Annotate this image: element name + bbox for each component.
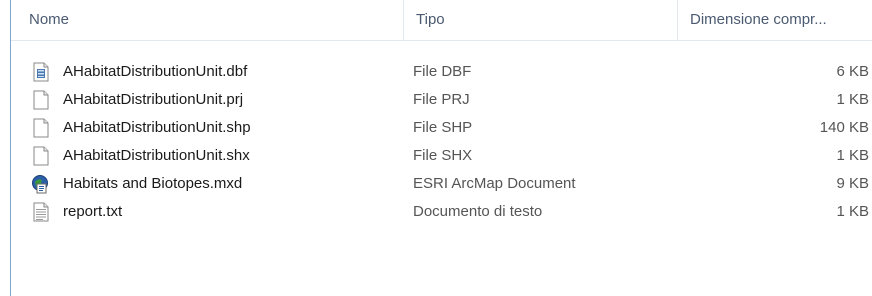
dbf-file-icon <box>31 62 51 82</box>
file-rows: AHabitatDistributionUnit.dbf File DBF 6 … <box>11 58 872 226</box>
column-header-size[interactable]: Dimensione compr... <box>677 0 872 40</box>
file-row[interactable]: AHabitatDistributionUnit.dbf File DBF 6 … <box>11 58 872 86</box>
file-type: File PRJ <box>413 91 470 108</box>
blank-file-icon <box>31 146 51 166</box>
file-list-view: Nome Tipo Dimensione compr... AHabitatDi… <box>10 0 872 296</box>
column-header-name[interactable]: Nome <box>11 0 403 40</box>
file-size: 9 KB <box>836 175 869 192</box>
blank-file-icon <box>31 90 51 110</box>
file-size: 6 KB <box>836 63 869 80</box>
file-name: AHabitatDistributionUnit.shx <box>63 147 250 164</box>
file-name: AHabitatDistributionUnit.dbf <box>63 63 248 80</box>
file-name: Habitats and Biotopes.mxd <box>63 175 243 192</box>
file-name: AHabitatDistributionUnit.shp <box>63 119 251 136</box>
file-row[interactable]: AHabitatDistributionUnit.shx File SHX 1 … <box>11 142 872 170</box>
file-row[interactable]: report.txt Documento di testo 1 KB <box>11 198 872 226</box>
file-type: File SHX <box>413 147 473 164</box>
file-row[interactable]: Habitats and Biotopes.mxd ESRI ArcMap Do… <box>11 170 872 198</box>
file-row[interactable]: AHabitatDistributionUnit.prj File PRJ 1 … <box>11 86 872 114</box>
file-size: 1 KB <box>836 147 869 164</box>
arcmap-document-icon <box>31 174 51 194</box>
text-file-icon <box>31 202 51 222</box>
file-type: Documento di testo <box>413 203 543 220</box>
blank-file-icon <box>31 118 51 138</box>
file-type: File SHP <box>413 119 473 136</box>
file-name: report.txt <box>63 203 123 220</box>
file-size: 140 KB <box>819 119 869 136</box>
file-name: AHabitatDistributionUnit.prj <box>63 91 244 108</box>
column-header-bar: Nome Tipo Dimensione compr... <box>11 0 872 41</box>
column-header-type[interactable]: Tipo <box>403 0 677 40</box>
file-type: File DBF <box>413 63 472 80</box>
file-type: ESRI ArcMap Document <box>413 175 576 192</box>
file-size: 1 KB <box>836 203 869 220</box>
file-size: 1 KB <box>836 91 869 108</box>
file-row[interactable]: AHabitatDistributionUnit.shp File SHP 14… <box>11 114 872 142</box>
